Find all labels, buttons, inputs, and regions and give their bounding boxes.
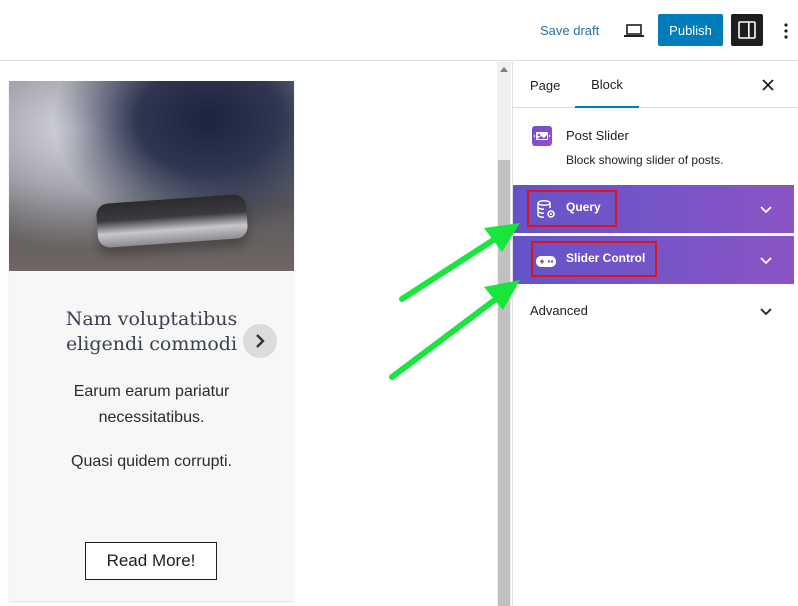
more-options-button[interactable]: [776, 18, 796, 44]
query-panel-toggle[interactable]: Query: [513, 185, 794, 233]
advanced-panel-label: Advanced: [530, 303, 588, 318]
vertical-ellipsis-icon: [784, 23, 788, 39]
post-slider-block[interactable]: Nam voluptatibus eligendi commodi Earum …: [9, 81, 294, 601]
slider-control-panel-label: Slider Control: [566, 251, 646, 265]
settings-toggle-button[interactable]: [731, 14, 763, 46]
post-title[interactable]: Nam voluptatibus eligendi commodi: [49, 307, 254, 357]
editor-canvas: Nam voluptatibus eligendi commodi Earum …: [0, 62, 497, 606]
slider-next-button[interactable]: [243, 324, 277, 358]
save-draft-button[interactable]: Save draft: [540, 23, 599, 38]
database-gear-icon: [537, 200, 555, 219]
canvas-scrollbar[interactable]: [497, 62, 511, 606]
editor-top-bar: Save draft Publish: [0, 0, 798, 61]
sidebar-tabs: Page Block: [513, 62, 798, 108]
slider-control-panel-toggle[interactable]: Slider Control: [513, 236, 794, 284]
gamepad-icon: [536, 256, 556, 267]
excerpt-paragraph: Earum earum pariatur necessitatibus.: [73, 383, 230, 426]
advanced-panel-toggle[interactable]: Advanced: [513, 285, 794, 335]
tab-page[interactable]: Page: [530, 62, 560, 108]
excerpt-paragraph: Quasi quidem corrupti.: [71, 453, 232, 470]
close-sidebar-button[interactable]: [756, 73, 780, 97]
query-panel-label: Query: [566, 200, 601, 214]
read-more-button[interactable]: Read More!: [85, 542, 217, 580]
chevron-down-icon: [760, 257, 772, 265]
triangle-up-icon: [500, 66, 508, 72]
block-card: Post Slider Block showing slider of post…: [513, 109, 798, 184]
chevron-right-icon: [256, 334, 265, 348]
post-featured-image: [9, 81, 294, 271]
sidebar-panel-icon: [738, 21, 756, 39]
close-icon: [762, 79, 774, 91]
preview-button[interactable]: [620, 18, 648, 44]
settings-sidebar: Page Block Post Slider Block showing sli…: [513, 62, 798, 606]
publish-button[interactable]: Publish: [658, 14, 723, 46]
tab-block[interactable]: Block: [575, 62, 639, 108]
block-title: Post Slider: [566, 128, 629, 143]
phone-photo-subject: [95, 193, 249, 249]
scroll-thumb[interactable]: [498, 160, 510, 606]
block-description: Block showing slider of posts.: [566, 153, 724, 167]
chevron-down-icon: [760, 206, 772, 214]
chevron-down-icon: [760, 308, 772, 316]
scroll-up-arrow[interactable]: [497, 62, 511, 76]
laptop-icon: [624, 24, 644, 37]
post-excerpt: Earum earum pariatur necessitatibus. Qua…: [29, 379, 274, 493]
post-slider-icon: [532, 126, 552, 146]
